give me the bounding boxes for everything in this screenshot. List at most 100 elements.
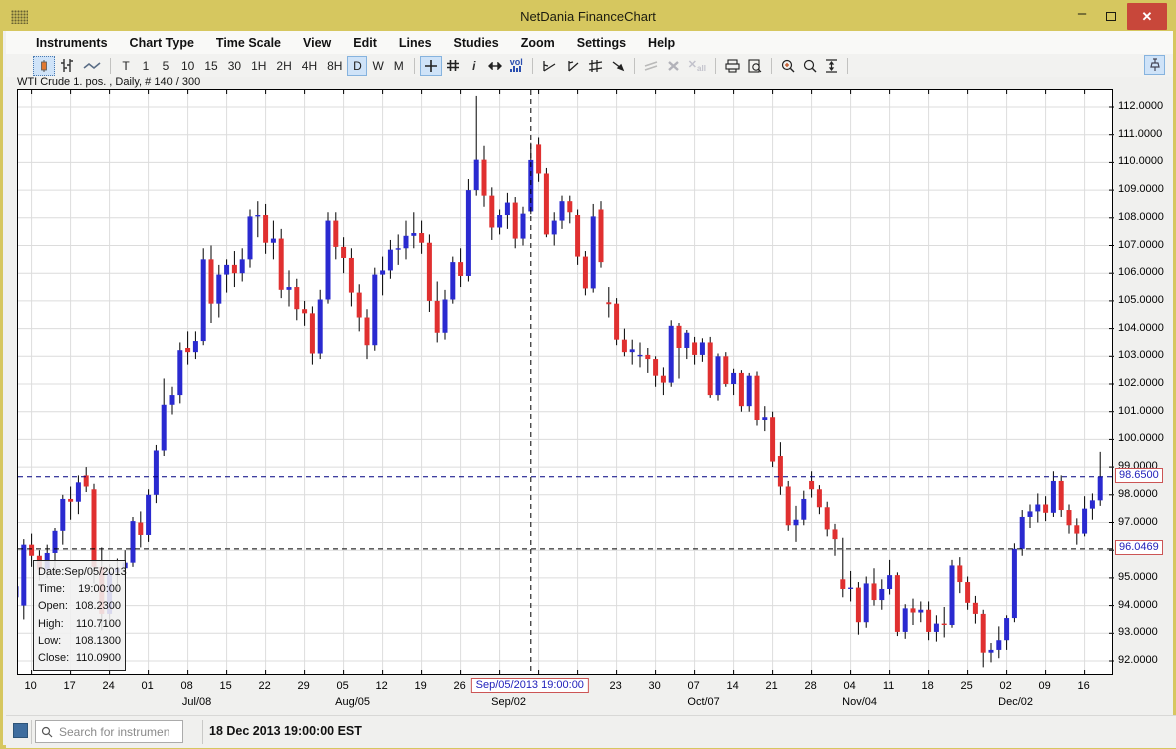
x-axis-label: 11 bbox=[883, 680, 894, 692]
trend-line-flag-button[interactable] bbox=[561, 56, 584, 76]
volume-icon: vol bbox=[510, 57, 523, 67]
crosshair-date-tag: Sep/05/2013 19:00:00 bbox=[471, 678, 589, 693]
line-chart-button[interactable] bbox=[79, 56, 105, 76]
zoom-out-button[interactable] bbox=[799, 56, 821, 76]
tooltip-label: Low: bbox=[38, 633, 61, 650]
tooltip-label: Time: bbox=[38, 581, 65, 598]
maximize-button[interactable] bbox=[1098, 3, 1124, 30]
grid-button[interactable] bbox=[442, 56, 464, 76]
x-axis-label: 28 bbox=[804, 680, 816, 692]
menu-instruments[interactable]: Instruments bbox=[36, 36, 108, 50]
menu-chart-type[interactable]: Chart Type bbox=[130, 36, 194, 50]
fit-vertical-button[interactable] bbox=[821, 56, 842, 76]
menu-zoom[interactable]: Zoom bbox=[521, 36, 555, 50]
timescale-button-5[interactable]: 5 bbox=[156, 56, 176, 76]
x-axis-label: 08 bbox=[180, 680, 192, 692]
menu-time-scale[interactable]: Time Scale bbox=[216, 36, 281, 50]
tooltip-label: High: bbox=[38, 616, 64, 633]
timescale-button-4H[interactable]: 4H bbox=[297, 56, 322, 76]
timescale-button-D[interactable]: D bbox=[347, 56, 367, 76]
crosshair-button[interactable] bbox=[420, 56, 442, 76]
window-title: NetDania FinanceChart bbox=[3, 9, 1173, 24]
connection-status-icon[interactable] bbox=[13, 723, 28, 738]
y-axis-label: 103.0000 bbox=[1118, 349, 1164, 361]
y-axis-label: 112.0000 bbox=[1118, 100, 1163, 112]
menu-settings[interactable]: Settings bbox=[577, 36, 626, 50]
x-axis-month-label: Sep/02 bbox=[491, 696, 526, 708]
ohlc-tooltip: Date:Sep/05/2013Time:19:00:00Open:108.23… bbox=[33, 560, 126, 671]
toolbar-separator bbox=[532, 58, 533, 74]
candlestick-chart-button[interactable] bbox=[33, 56, 55, 76]
tooltip-row: Time:19:00:00 bbox=[38, 581, 121, 598]
timescale-button-M[interactable]: M bbox=[389, 56, 409, 76]
statusbar-separator bbox=[31, 720, 32, 744]
x-axis-month-label: Oct/07 bbox=[687, 696, 719, 708]
timescale-button-15[interactable]: 15 bbox=[199, 56, 222, 76]
delete-all-icon: ✕all bbox=[688, 58, 706, 73]
timescale-button-1[interactable]: 1 bbox=[136, 56, 156, 76]
y-axis-label: 97.0000 bbox=[1118, 516, 1158, 528]
horizontal-scale-button[interactable] bbox=[484, 56, 506, 76]
timescale-button-8H[interactable]: 8H bbox=[322, 56, 347, 76]
x-axis-label: 22 bbox=[258, 680, 270, 692]
timescale-button-10[interactable]: 10 bbox=[176, 56, 199, 76]
menu-studies[interactable]: Studies bbox=[454, 36, 499, 50]
x-axis-label: 21 bbox=[765, 680, 777, 692]
timescale-button-30[interactable]: 30 bbox=[223, 56, 246, 76]
chart-plot-area[interactable] bbox=[17, 89, 1113, 675]
parallel-channel-button[interactable] bbox=[584, 56, 607, 76]
delete-line-button[interactable] bbox=[663, 56, 684, 76]
search-icon bbox=[41, 726, 53, 738]
bar-chart-button[interactable] bbox=[55, 56, 79, 76]
y-axis-label: 110.0000 bbox=[1118, 155, 1163, 167]
x-axis-label: 05 bbox=[336, 680, 348, 692]
info-button[interactable]: i bbox=[464, 56, 484, 76]
toolbar: T151015301H2H4H8HDWM i vol bbox=[6, 54, 1173, 77]
statusbar-separator bbox=[202, 720, 203, 744]
x-axis-month-label: Nov/04 bbox=[842, 696, 877, 708]
toolbar-separator bbox=[634, 58, 635, 74]
menu-edit[interactable]: Edit bbox=[353, 36, 377, 50]
menu-view[interactable]: View bbox=[303, 36, 331, 50]
x-axis-month-label: Dec/02 bbox=[998, 696, 1033, 708]
tooltip-row: Low:108.1300 bbox=[38, 633, 121, 650]
app-window: NetDania FinanceChart – ✕ Instruments Cha… bbox=[0, 0, 1176, 749]
y-axis-label: 108.0000 bbox=[1118, 211, 1164, 223]
y-axis-label: 98.0000 bbox=[1118, 488, 1158, 500]
search-input[interactable] bbox=[59, 725, 169, 739]
pin-button[interactable] bbox=[1144, 55, 1165, 75]
delete-all-lines-button[interactable]: ✕all bbox=[684, 56, 710, 76]
close-button[interactable]: ✕ bbox=[1127, 3, 1167, 30]
timescale-button-W[interactable]: W bbox=[367, 56, 388, 76]
ray-arrow-button[interactable] bbox=[607, 56, 629, 76]
y-axis-label: 111.0000 bbox=[1118, 128, 1162, 140]
y-axis-label: 100.0000 bbox=[1118, 432, 1164, 444]
instrument-search-box[interactable] bbox=[35, 720, 183, 743]
timescale-button-2H[interactable]: 2H bbox=[271, 56, 296, 76]
menu-help[interactable]: Help bbox=[648, 36, 675, 50]
minimize-button[interactable]: – bbox=[1069, 3, 1095, 30]
parallel-lines-button[interactable] bbox=[640, 56, 663, 76]
crosshair-price-tag: 96.0469 bbox=[1115, 540, 1163, 555]
print-preview-button[interactable] bbox=[744, 56, 766, 76]
timescale-group: T151015301H2H4H8HDWM bbox=[116, 56, 409, 76]
menu-lines[interactable]: Lines bbox=[399, 36, 432, 50]
toolbar-separator bbox=[110, 58, 111, 74]
x-axis-label: 09 bbox=[1038, 680, 1050, 692]
y-axis-label: 107.0000 bbox=[1118, 239, 1164, 251]
y-axis-label: 92.0000 bbox=[1118, 654, 1158, 666]
trend-line-button[interactable] bbox=[538, 56, 561, 76]
toolbar-separator bbox=[715, 58, 716, 74]
volume-button[interactable]: vol bbox=[506, 56, 527, 76]
timescale-button-T[interactable]: T bbox=[116, 56, 136, 76]
print-button[interactable] bbox=[721, 56, 744, 76]
y-axis-label: 102.0000 bbox=[1118, 377, 1164, 389]
y-axis-label: 101.0000 bbox=[1118, 405, 1164, 417]
x-axis-label: 14 bbox=[726, 680, 738, 692]
timescale-button-1H[interactable]: 1H bbox=[246, 56, 271, 76]
series-label: WTI Crude 1. pos. , Daily, # 140 / 300 bbox=[17, 76, 200, 88]
zoom-in-button[interactable] bbox=[777, 56, 799, 76]
status-bar: 18 Dec 2013 19:00:00 EST bbox=[6, 715, 1176, 748]
menu-bar: Instruments Chart Type Time Scale View Edit L… bbox=[6, 31, 1173, 54]
y-axis-label: 104.0000 bbox=[1118, 322, 1164, 334]
